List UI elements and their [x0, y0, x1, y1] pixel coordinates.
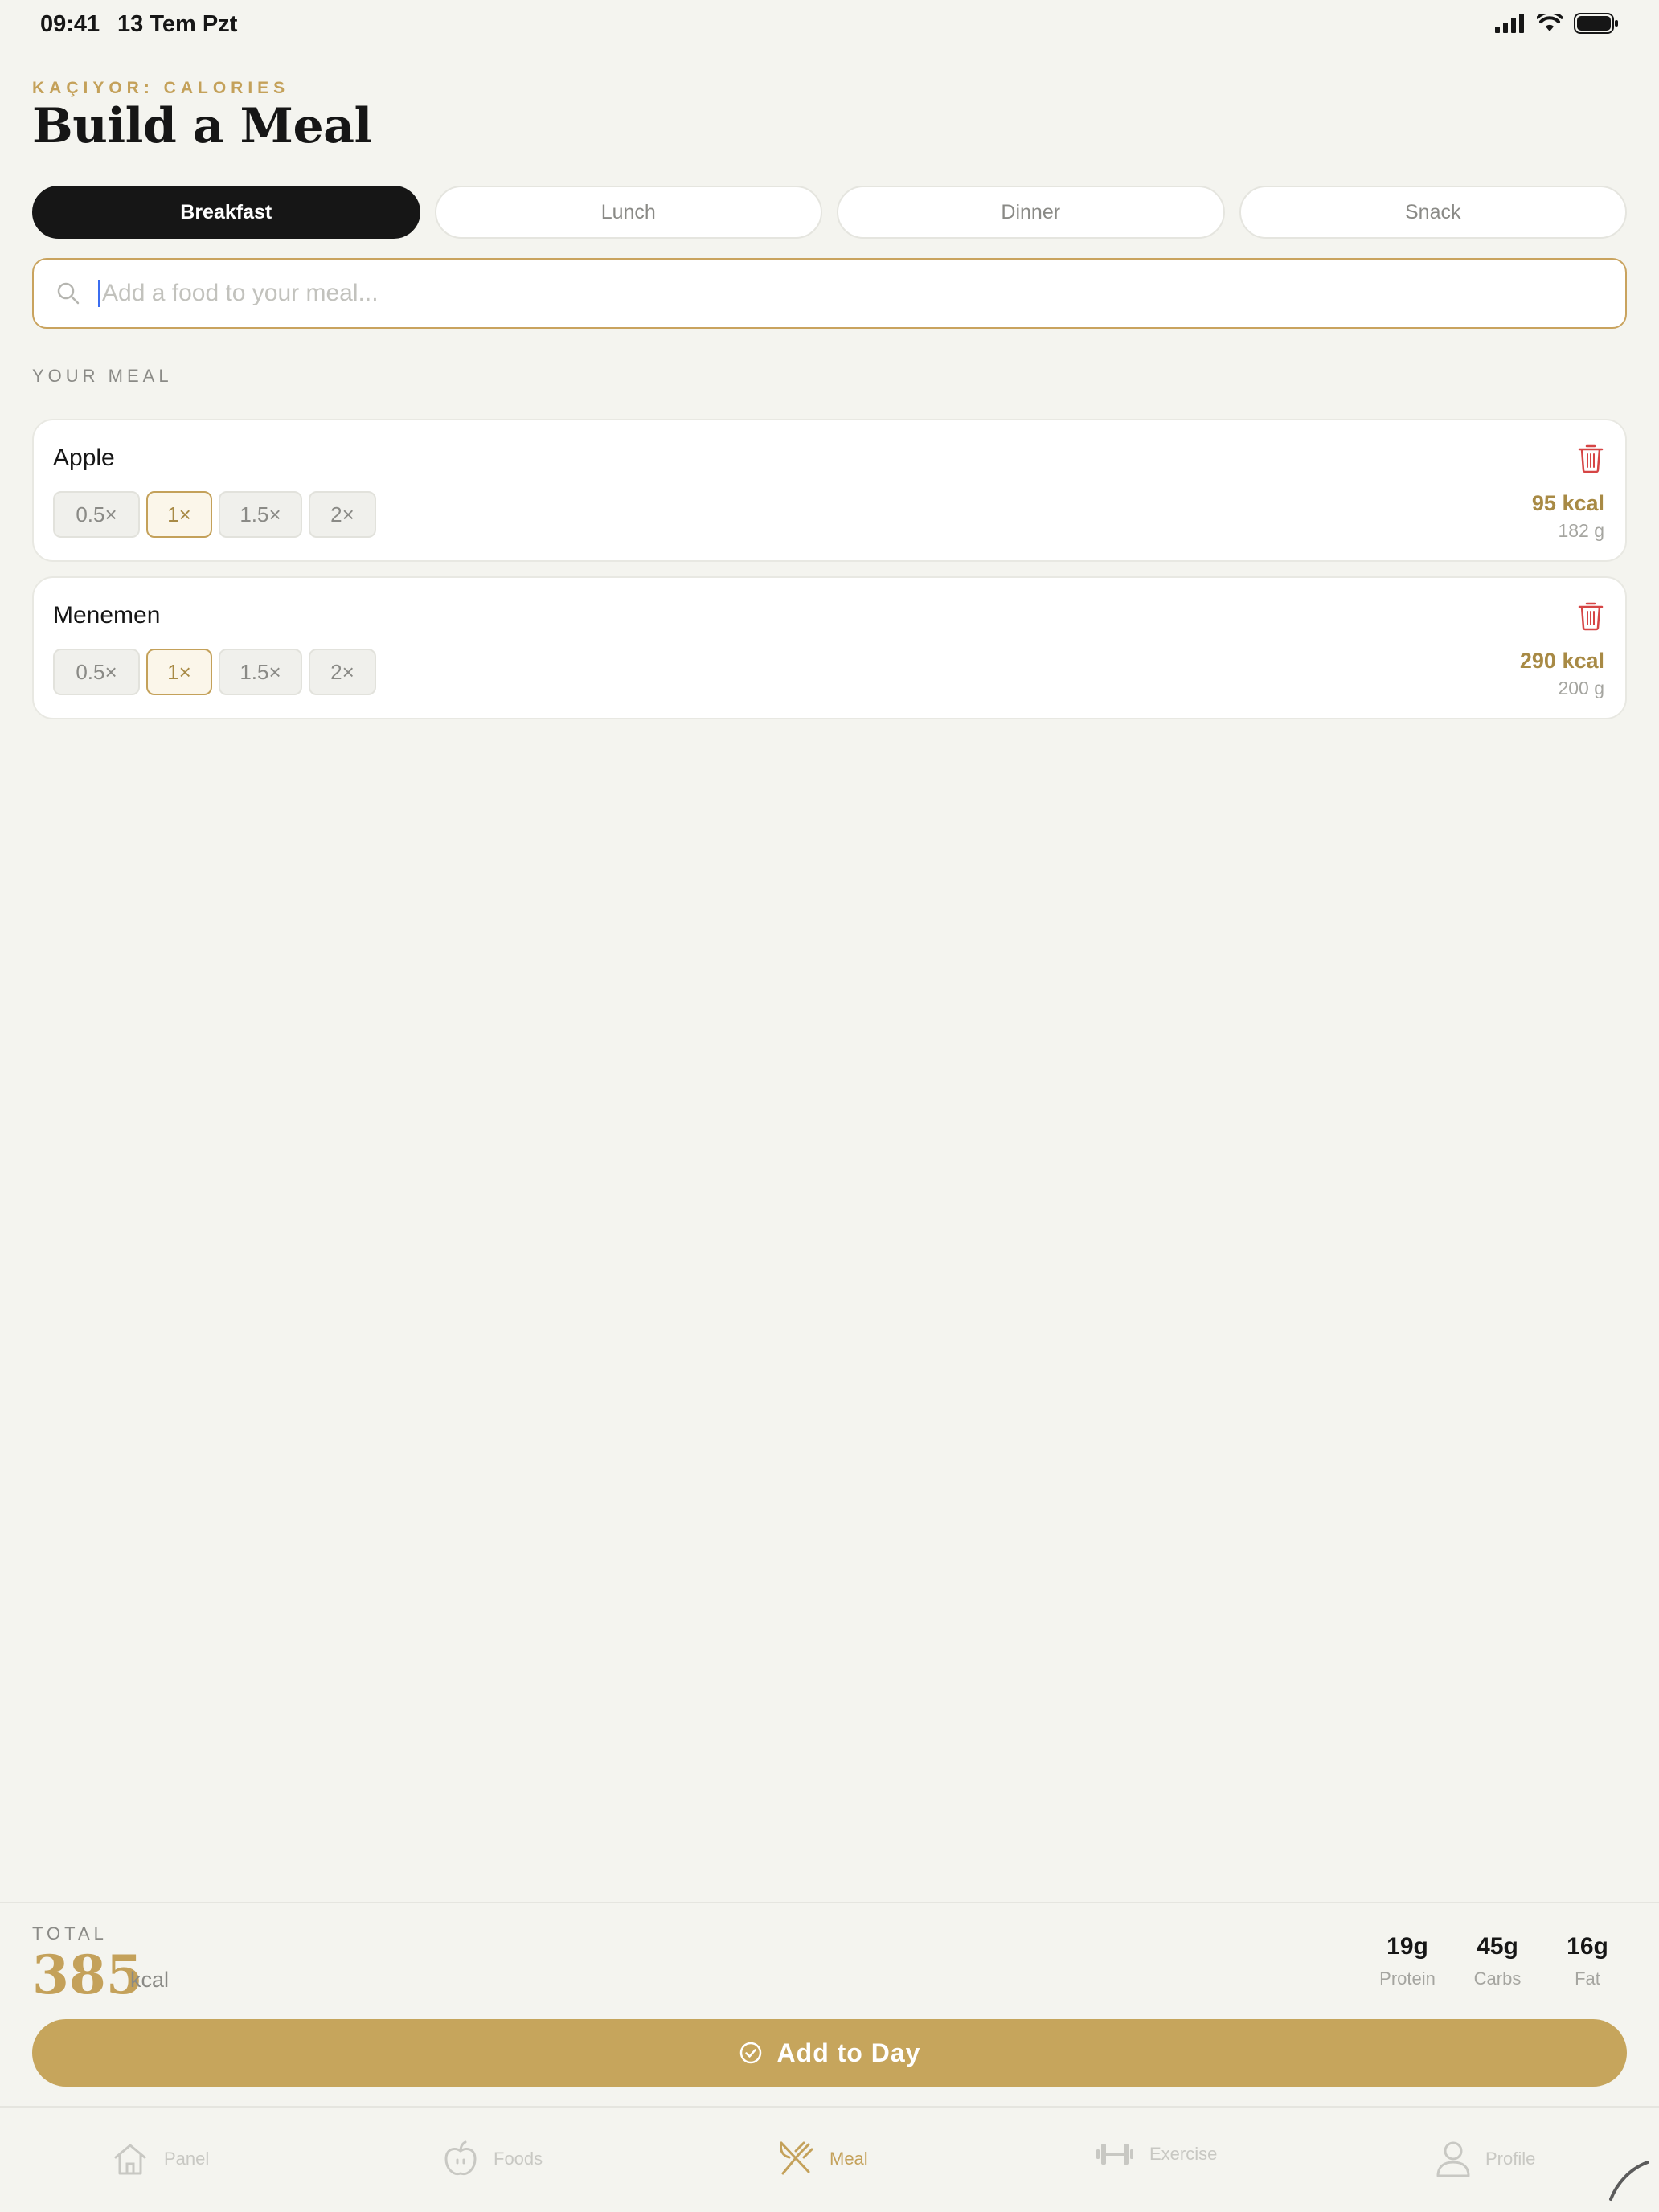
tab-snack[interactable]: Snack: [1239, 186, 1627, 239]
meal-item-grams: 182 g: [1558, 520, 1604, 541]
status-time: 09:41: [40, 11, 100, 37]
meal-item-name: Menemen: [53, 602, 161, 629]
macro-fat: 16g Fat: [1561, 1933, 1614, 1989]
portion-selector: 0.5× 1× 1.5× 2×: [53, 649, 376, 695]
meal-item-card: Menemen 0.5× 1× 1.5× 2× 290 kcal 200 g: [32, 576, 1627, 719]
user-icon: [1436, 2141, 1470, 2177]
portion-button-1x[interactable]: 1×: [146, 491, 212, 538]
add-to-day-button[interactable]: Add to Day: [32, 2019, 1627, 2087]
total-kcal-unit: kcal: [130, 1968, 170, 1992]
status-date: 13 Tem Pzt: [117, 11, 238, 37]
search-input[interactable]: [102, 280, 1625, 307]
tab-lunch[interactable]: Lunch: [434, 186, 822, 239]
portion-button-1-5x[interactable]: 1.5×: [219, 491, 302, 538]
macro-carbs: 45g Carbs: [1468, 1933, 1527, 1989]
meal-item-name: Apple: [53, 444, 115, 471]
portion-button-0-5x[interactable]: 0.5×: [53, 649, 140, 695]
search-box[interactable]: [32, 258, 1627, 329]
app-label: KAÇIYOR: CALORIES: [32, 79, 290, 97]
total-label: TOTAL: [32, 1923, 108, 1944]
page-title: Build a Meal: [32, 98, 372, 154]
tab-breakfast[interactable]: Breakfast: [32, 186, 420, 239]
trash-icon[interactable]: [1577, 443, 1604, 473]
portion-button-2x[interactable]: 2×: [309, 649, 376, 695]
portion-button-1-5x[interactable]: 1.5×: [219, 649, 302, 695]
macro-protein: 19g Protein: [1376, 1933, 1439, 1989]
section-label-your-meal: YOUR MEAL: [32, 366, 173, 386]
nav-item-exercise[interactable]: Exercise: [1095, 2140, 1217, 2169]
tab-dinner[interactable]: Dinner: [837, 186, 1225, 239]
trash-icon[interactable]: [1577, 600, 1604, 631]
macro-value: 45g: [1477, 1933, 1518, 1960]
portion-button-0-5x[interactable]: 0.5×: [53, 491, 140, 538]
search-icon: [57, 282, 80, 305]
macro-value: 16g: [1567, 1933, 1608, 1960]
nav-label: Profile: [1485, 2149, 1536, 2169]
home-icon: [114, 2144, 146, 2175]
status-icons: [1495, 13, 1619, 34]
dumbbell-icon: [1096, 2144, 1133, 2165]
portion-button-1x[interactable]: 1×: [146, 649, 212, 695]
total-kcal-value: 385: [32, 1944, 143, 2006]
meal-item-grams: 200 g: [1558, 678, 1604, 698]
check-circle-icon: [739, 2042, 761, 2064]
utensils-icon: [780, 2141, 813, 2175]
meal-item-card: Apple 0.5× 1× 1.5× 2× 95 kcal 182 g: [32, 419, 1627, 562]
apple-icon: [444, 2140, 477, 2176]
nav-label: Exercise: [1149, 2144, 1218, 2164]
nav-item-profile[interactable]: Profile: [1436, 2140, 1535, 2178]
nav-item-foods[interactable]: Foods: [442, 2140, 543, 2178]
nav-label: Panel: [164, 2149, 210, 2169]
text-caret: [98, 280, 100, 307]
add-to-day-label: Add to Day: [776, 2038, 921, 2067]
meal-item-kcal: 290 kcal: [1519, 649, 1604, 673]
status-bar: 09:41 13 Tem Pzt: [0, 0, 1659, 51]
macro-label: Fat: [1575, 1968, 1600, 1989]
nav-label: Foods: [494, 2149, 543, 2169]
meal-item-kcal: 95 kcal: [1531, 491, 1604, 515]
wifi-icon: [1537, 14, 1563, 31]
meal-type-tabs: Breakfast Lunch Dinner Snack: [32, 186, 1627, 239]
bottom-tab-bar: Panel Foods Meal Exercise Profile: [0, 2106, 1659, 2212]
macro-label: Carbs: [1473, 1968, 1522, 1989]
nav-item-meal[interactable]: Meal: [776, 2140, 868, 2178]
total-divider: [0, 1902, 1659, 1903]
portion-button-2x[interactable]: 2×: [309, 491, 376, 538]
macro-value: 19g: [1387, 1933, 1428, 1960]
nav-label: Meal: [830, 2149, 868, 2169]
nav-item-panel[interactable]: Panel: [111, 2140, 209, 2178]
home-indicator-icon: [1609, 2161, 1649, 2201]
portion-selector: 0.5× 1× 1.5× 2×: [53, 491, 376, 538]
macro-label: Protein: [1379, 1968, 1436, 1989]
signal-icon: [1495, 14, 1524, 33]
battery-icon: [1574, 13, 1618, 34]
